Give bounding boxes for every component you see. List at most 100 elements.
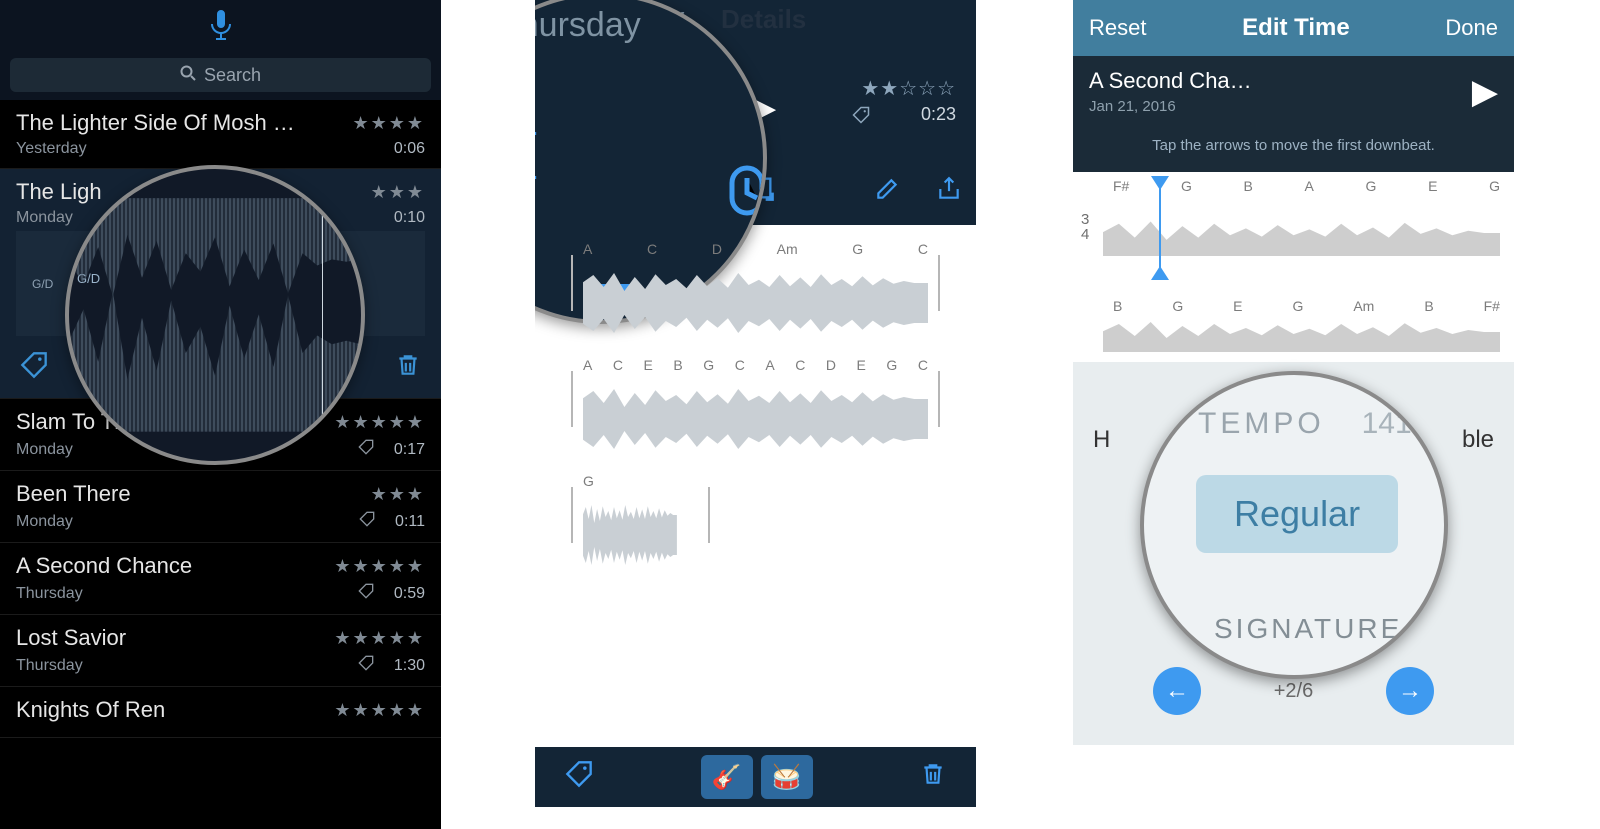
chord-label: A bbox=[583, 241, 592, 257]
tag-button[interactable] bbox=[565, 760, 593, 795]
rating-stars[interactable]: ★★☆☆☆ bbox=[861, 76, 956, 101]
waveform-area: ACDAmGC ACEBGCACDEGC G bbox=[535, 225, 976, 543]
downbeat-count: +2/6 bbox=[1274, 680, 1313, 703]
time-sig-display: 3 4 bbox=[1081, 212, 1089, 242]
nav-title: Edit Time bbox=[1242, 14, 1350, 42]
feel-left-partial: H bbox=[1093, 426, 1110, 454]
recording-duration: 1:30 bbox=[394, 657, 425, 675]
chord-label: C bbox=[735, 357, 745, 373]
song-date: Jan 21, 2016 bbox=[1089, 98, 1252, 115]
feel-right-partial: ble bbox=[1462, 426, 1494, 454]
chord-label: F# bbox=[1484, 298, 1500, 314]
edit-waveform-1[interactable]: 3 4 F#GBAGEG bbox=[1073, 172, 1514, 292]
search-wrap: Search bbox=[0, 58, 441, 100]
chord-label: A bbox=[583, 357, 592, 373]
rating-stars[interactable]: ★★★ bbox=[371, 182, 425, 203]
recording-duration: 0:10 bbox=[394, 209, 425, 227]
header-duration: 0:23 bbox=[921, 104, 956, 125]
tag-button[interactable] bbox=[20, 351, 48, 386]
recording-row[interactable]: Knights Of Ren ★★★★★ bbox=[0, 687, 441, 738]
rating-stars[interactable]: ★★★★★ bbox=[334, 700, 425, 721]
chord-label: F# bbox=[1113, 178, 1129, 194]
chord-row: ACDAmGC bbox=[583, 241, 928, 257]
waveform-strip-1[interactable]: ACDAmGC bbox=[559, 255, 952, 311]
recordings-list-screen: Search The Lighter Side Of Mosh (…★★★★Ye… bbox=[0, 0, 441, 829]
mag-regular-pill[interactable]: Regular bbox=[1196, 475, 1398, 553]
rating-stars[interactable]: ★★★★★ bbox=[334, 628, 425, 649]
rating-stars[interactable]: ★★★★★ bbox=[334, 556, 425, 577]
tag-icon bbox=[359, 511, 375, 532]
play-icon: ▶ bbox=[1472, 73, 1498, 111]
mag-time-signature[interactable]: 4 4 bbox=[535, 106, 537, 194]
chord-label: E bbox=[1233, 298, 1242, 314]
chord-label: C bbox=[918, 241, 928, 257]
recording-row[interactable]: The Lighter Side Of Mosh (…★★★★Yesterday… bbox=[0, 100, 441, 169]
recording-row[interactable]: A Second Chance★★★★★Thursday0:59 bbox=[0, 543, 441, 615]
done-button[interactable]: Done bbox=[1445, 15, 1498, 41]
recording-duration: 0:17 bbox=[394, 441, 425, 459]
downbeat-marker[interactable] bbox=[1159, 178, 1161, 278]
trash-button[interactable] bbox=[395, 352, 421, 385]
arrow-right-button[interactable]: → bbox=[1386, 667, 1434, 715]
chord-label: G bbox=[1172, 298, 1183, 314]
mag-tempo-label: TEMPO bbox=[1198, 407, 1325, 441]
recording-day: Monday bbox=[16, 513, 73, 531]
search-input[interactable]: Search bbox=[10, 58, 431, 92]
chord-label: G bbox=[1181, 178, 1192, 194]
chord-label: B bbox=[673, 357, 682, 373]
chord-label: E bbox=[1428, 178, 1437, 194]
chord-label: G bbox=[1292, 298, 1303, 314]
rating-stars[interactable]: ★★★★ bbox=[352, 113, 425, 134]
share-icon[interactable] bbox=[936, 176, 962, 209]
waveform-strip-2[interactable]: ACEBGCACDEGC bbox=[559, 371, 952, 427]
chord-label: G bbox=[852, 241, 863, 257]
song-title: A Second Cha… bbox=[1089, 68, 1252, 94]
chord-row: BGEGAmBF# bbox=[1113, 298, 1500, 314]
recording-day: Monday bbox=[16, 209, 73, 227]
chord-label: B bbox=[1244, 178, 1253, 194]
details-screen: Thursday Details ▶ ★★☆☆☆ 0:23 Thursday 4 bbox=[535, 0, 976, 829]
chord-label: D bbox=[826, 357, 836, 373]
recording-title: Knights Of Ren bbox=[16, 697, 165, 723]
chord-label: Am bbox=[1353, 298, 1374, 314]
trash-button[interactable] bbox=[920, 761, 946, 794]
drums-button[interactable]: 🥁 bbox=[761, 755, 813, 799]
edit-waveform-2[interactable]: BGEGAmBF# bbox=[1073, 292, 1514, 362]
chord-label: G bbox=[703, 357, 714, 373]
recording-title: Lost Savior bbox=[16, 625, 126, 651]
recording-day: Thursday bbox=[16, 585, 83, 603]
play-button[interactable]: ▶ bbox=[1472, 72, 1498, 112]
mic-bar bbox=[0, 0, 441, 58]
tag-icon-header bbox=[852, 106, 870, 129]
arrow-left-button[interactable]: ← bbox=[1153, 667, 1201, 715]
reset-button[interactable]: Reset bbox=[1089, 15, 1146, 41]
recording-title: Been There bbox=[16, 481, 131, 507]
recording-day: Monday bbox=[16, 441, 73, 459]
search-placeholder: Search bbox=[204, 65, 261, 86]
recording-day: Thursday bbox=[16, 657, 83, 675]
metronome-icon[interactable] bbox=[717, 163, 767, 238]
chord-label: G bbox=[583, 473, 594, 489]
details-header: Thursday Details ▶ ★★☆☆☆ 0:23 Thursday 4 bbox=[535, 0, 976, 225]
recording-row[interactable]: Been There★★★Monday0:11 bbox=[0, 471, 441, 543]
microphone-icon[interactable] bbox=[209, 10, 233, 48]
waveform-strip-3[interactable]: G bbox=[559, 487, 952, 543]
recording-title: The Lighter Side Of Mosh (… bbox=[16, 110, 296, 136]
chord-label: Am bbox=[777, 241, 798, 257]
nav-bar: Reset Edit Time Done bbox=[1073, 0, 1514, 56]
guitar-button[interactable]: 🎸 bbox=[701, 755, 753, 799]
chord-label: E bbox=[644, 357, 653, 373]
mag-day: Thursday bbox=[535, 6, 641, 45]
chord-label: G bbox=[1366, 178, 1377, 194]
rating-stars[interactable]: ★★★ bbox=[371, 484, 425, 505]
chord-label: G bbox=[886, 357, 897, 373]
chord-label: C bbox=[613, 357, 623, 373]
recording-row[interactable]: Lost Savior ★★★★★ Thursday 1:30 bbox=[0, 615, 441, 687]
tag-icon bbox=[358, 583, 374, 604]
chord-label: A bbox=[765, 357, 774, 373]
chord-label: E bbox=[857, 357, 866, 373]
edit-icon[interactable] bbox=[874, 176, 900, 209]
chord-row: F#GBAGEG bbox=[1113, 178, 1500, 194]
mag-bpm-value: 141 BP bbox=[1362, 407, 1448, 441]
chord-label: C bbox=[795, 357, 805, 373]
